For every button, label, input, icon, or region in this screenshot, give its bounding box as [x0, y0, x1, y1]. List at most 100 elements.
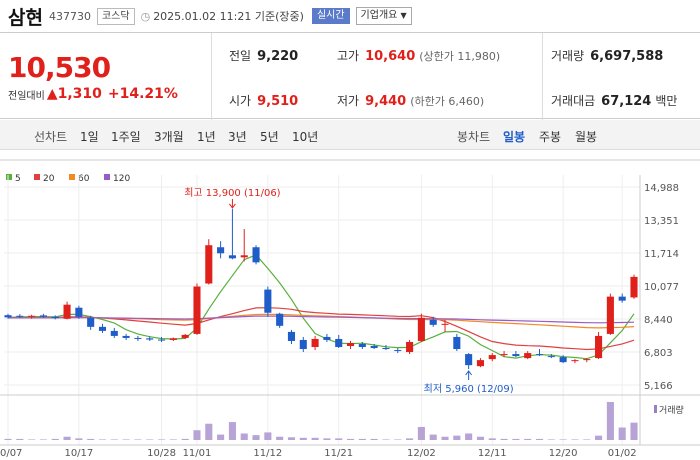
candles	[4, 208, 638, 369]
lower-limit: (하한가 6,460)	[410, 95, 485, 108]
candle-body	[500, 354, 508, 356]
amount-value: 67,124	[601, 94, 652, 109]
tab-1d[interactable]: 1일	[80, 128, 99, 145]
tab-3y[interactable]: 3년	[228, 128, 247, 145]
candle-body	[240, 255, 248, 258]
legend-swatch	[69, 174, 75, 180]
candle-body	[358, 343, 366, 348]
tab-5y[interactable]: 5년	[260, 128, 279, 145]
candle-chart-label: 봉차트	[457, 130, 491, 144]
volume-bar	[252, 435, 260, 440]
y-tick-label: 5,166	[644, 381, 673, 392]
candle-body	[488, 355, 496, 360]
candle-body	[146, 338, 154, 340]
amount-cell: 거래대금 67,124 백만	[551, 92, 683, 109]
volume-bar	[595, 435, 603, 440]
open-label: 시가	[229, 94, 252, 108]
candle-body	[134, 337, 142, 339]
tab-1y[interactable]: 1년	[197, 128, 216, 145]
x-tick-label: 10/17	[64, 448, 93, 459]
legend-label: 5	[15, 174, 21, 184]
line-chart-label: 선차트	[34, 130, 68, 144]
annotations: 최고 13,900 (11/06) 최저 5,960 (12/09)	[184, 187, 514, 395]
y-axis: 14,988 13,351 11,714 10,077 8,440 6,803 5,166	[644, 183, 679, 392]
volume-label: 거래량	[659, 404, 684, 416]
candle-body	[370, 346, 378, 349]
x-tick-label: 10/07	[0, 448, 22, 459]
divider	[211, 33, 212, 120]
prev-close-value: 9,220	[257, 49, 299, 64]
volume-bar	[276, 436, 284, 440]
low-cell: 저가 9,440 (하한가 6,460)	[337, 92, 484, 109]
candle-body	[205, 245, 213, 284]
candle-body	[535, 354, 544, 356]
volume-bar	[4, 438, 12, 440]
candle-body	[429, 319, 437, 325]
volume-bar	[51, 438, 59, 440]
candle-body	[311, 338, 319, 348]
chart-period-tabs: 선차트 1일 1주일 3개월 1년 3년 5년 10년 봉차트 일봉 주봉 월봉	[0, 120, 700, 150]
volume-bar	[417, 426, 425, 440]
candle-body	[618, 296, 626, 301]
candle-body	[51, 316, 59, 319]
amount-label: 거래대금	[551, 94, 596, 108]
volume-bar	[630, 422, 638, 440]
x-axis: 10/07 10/17 10/28 11/01 11/12 11/21 12/02 12/11…	[0, 448, 637, 459]
open-value: 9,510	[257, 94, 299, 109]
volume-bar	[583, 439, 591, 440]
legend-label: 60	[78, 174, 90, 184]
volume-bar	[63, 436, 71, 440]
high-label: 고가	[337, 49, 360, 63]
tab-1w[interactable]: 1주일	[111, 128, 141, 145]
tab-10y[interactable]: 10년	[292, 128, 318, 145]
tab-3m[interactable]: 3개월	[154, 128, 184, 145]
upper-limit: (상한가 11,980)	[419, 50, 501, 63]
volume-bar	[299, 437, 307, 440]
volume-bar	[547, 439, 555, 440]
volume-bar	[535, 438, 544, 440]
x-tick-label: 11/12	[253, 448, 282, 459]
volume-bar	[217, 434, 225, 440]
candle-body	[264, 289, 272, 313]
low-annotation: 최저 5,960 (12/09)	[424, 383, 514, 395]
high-cell: 고가 10,640 (상한가 11,980)	[337, 47, 500, 64]
realtime-button[interactable]: 실시간	[311, 8, 350, 24]
candle-body	[122, 335, 130, 338]
volume-bar	[512, 438, 520, 440]
candlestick-chart[interactable]: 5 20 60 120 14,988 13,351 11,714 10,077 8,440 6,…	[0, 150, 700, 460]
tab-daily[interactable]: 일봉	[503, 128, 525, 145]
volume-bar	[441, 436, 449, 440]
volume-bar	[346, 438, 355, 440]
volume-bar	[28, 439, 36, 440]
candle-body	[465, 354, 473, 366]
candle-body	[63, 304, 71, 319]
volume-bar	[323, 438, 331, 440]
candle-body	[158, 339, 166, 341]
volume-bar	[453, 435, 461, 440]
stock-header: 삼현 437730 코스닥 ◷ 2025.01.02 11:21 기준(장중) …	[0, 0, 700, 32]
prev-close-label: 전일	[229, 49, 252, 63]
volume-bar	[240, 433, 248, 440]
volume-bar	[287, 437, 296, 440]
candle-body	[87, 317, 95, 327]
candle-body	[16, 315, 24, 317]
volume-bar	[488, 438, 496, 440]
x-tick-label: 01/02	[608, 448, 637, 459]
x-tick-label: 11/21	[324, 448, 353, 459]
company-info-dropdown[interactable]: 기업개요 ▼	[355, 7, 412, 25]
price-chart[interactable]: 5 20 60 120 14,988 13,351 11,714 10,077 8,440 6,…	[0, 150, 700, 460]
y-tick-label: 8,440	[644, 315, 673, 326]
volume-bar	[193, 430, 201, 440]
low-label: 저가	[337, 94, 360, 108]
volume-bar	[382, 439, 390, 440]
tab-weekly[interactable]: 주봉	[539, 128, 561, 145]
volume-bar	[500, 438, 508, 440]
change-row: 전일대비 ▲ 1,310 +14.21%	[8, 86, 178, 102]
candle-body	[228, 255, 236, 259]
candle-body	[476, 360, 484, 367]
candle-body	[169, 338, 177, 340]
tab-monthly[interactable]: 월봉	[575, 128, 597, 145]
legend-swatch	[34, 174, 40, 180]
amount-unit: 백만	[655, 94, 678, 108]
candle-body	[39, 315, 47, 317]
